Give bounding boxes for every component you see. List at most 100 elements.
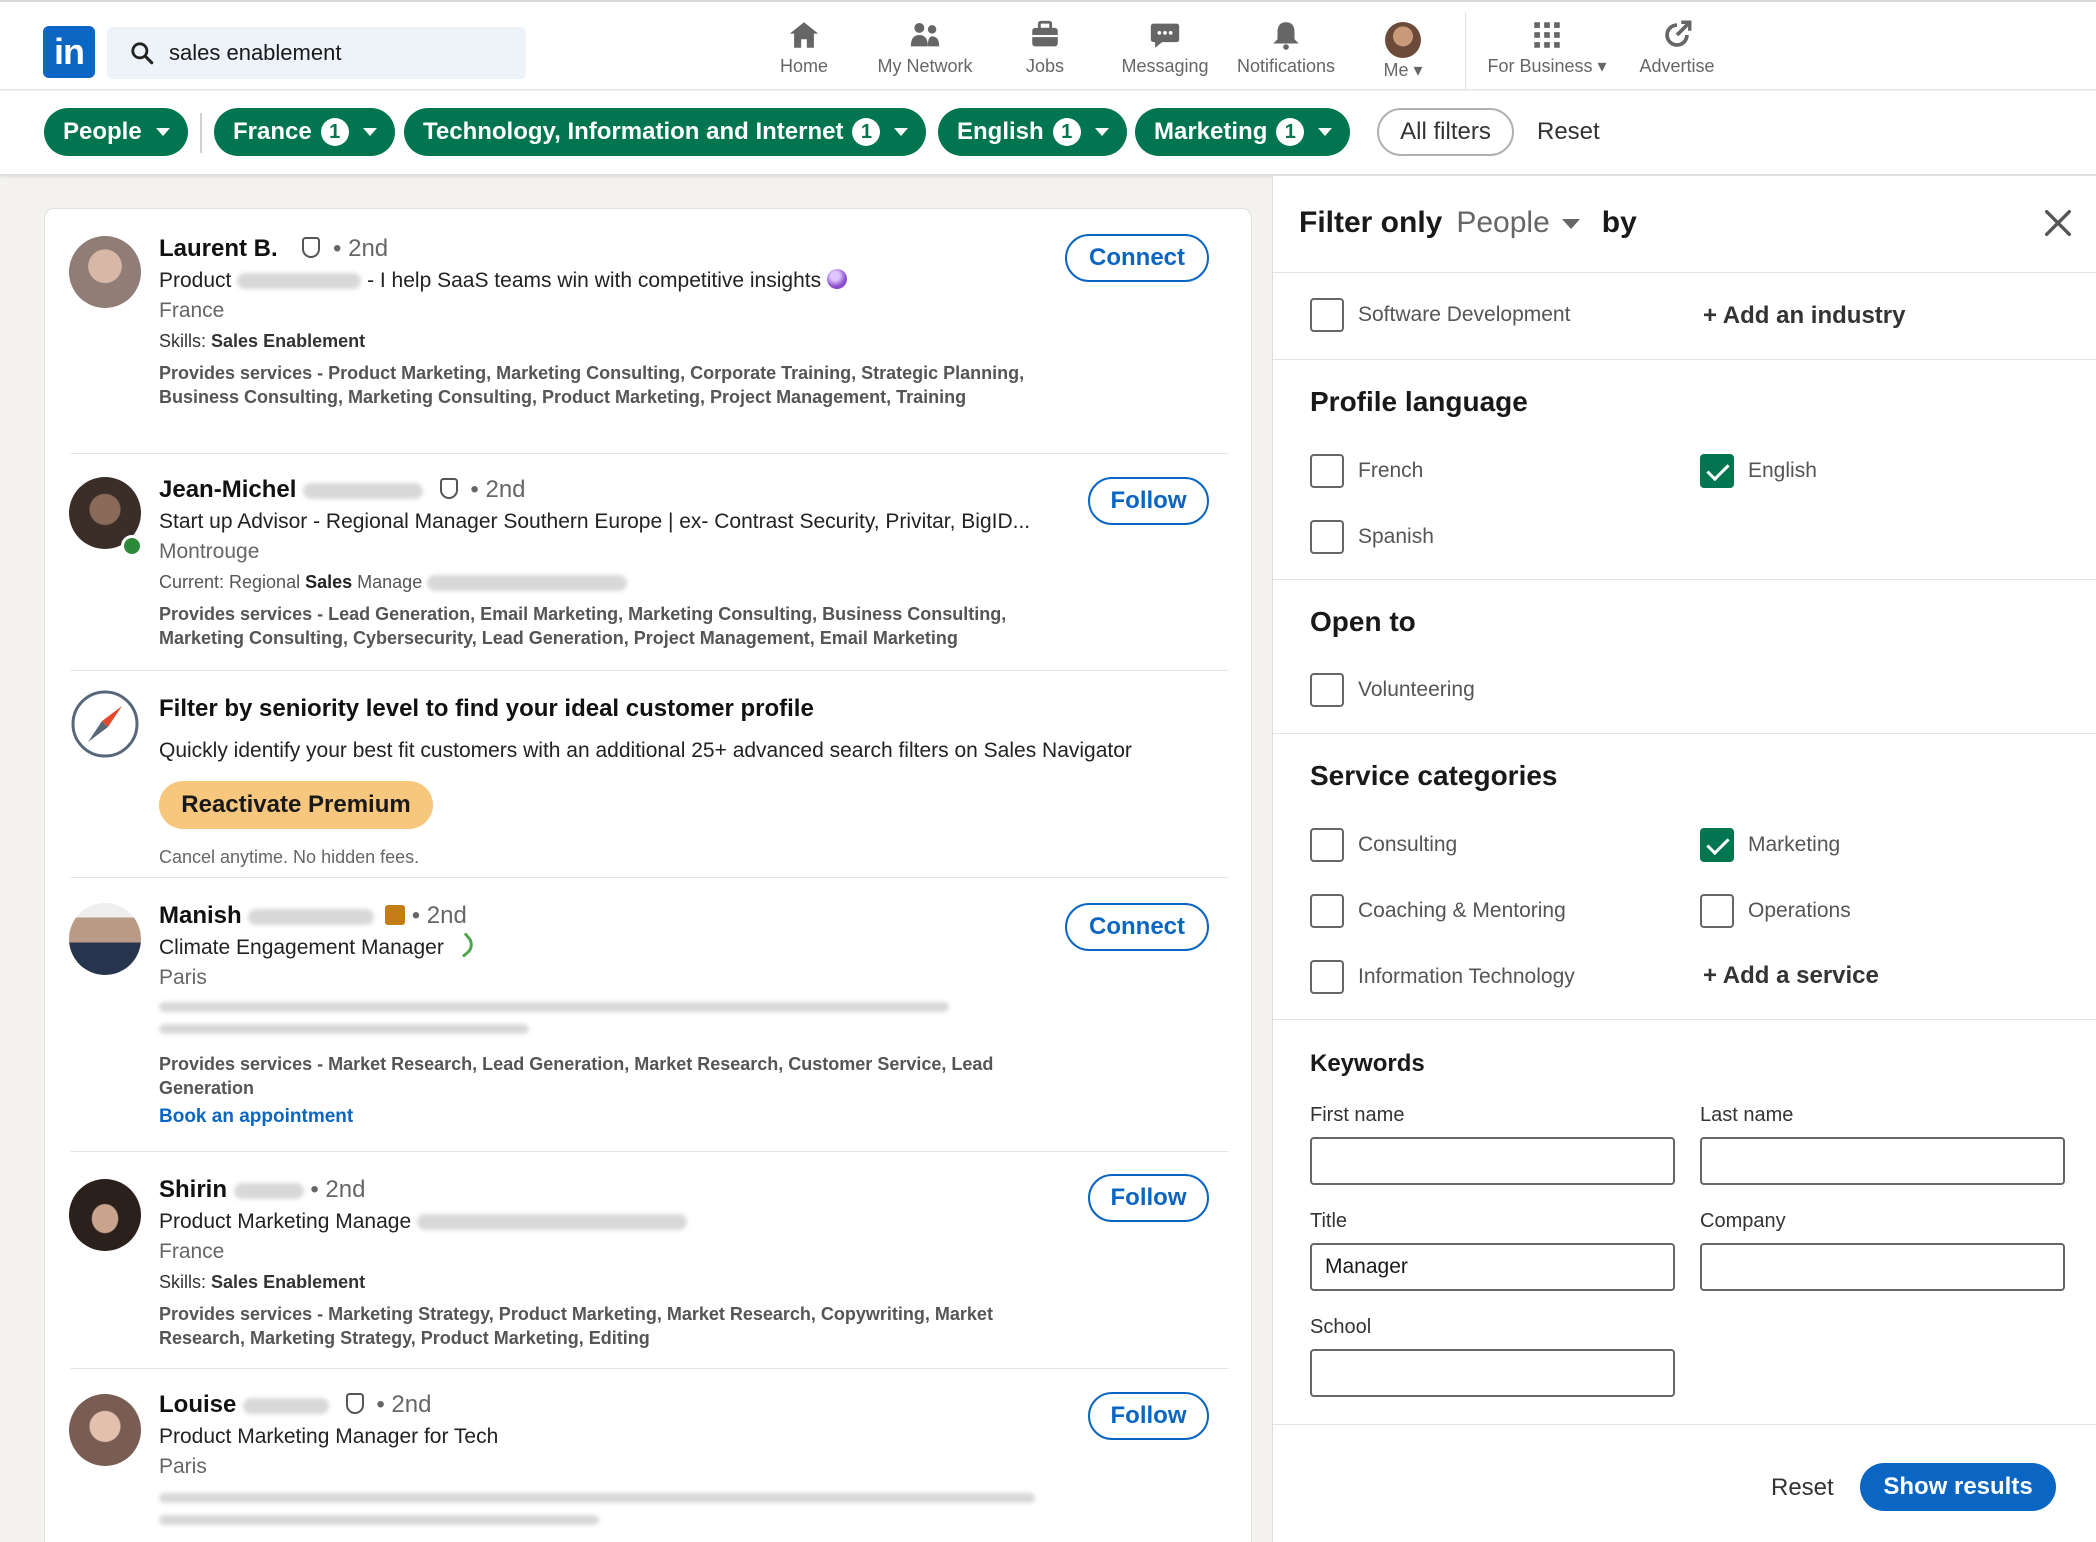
nav-for-business[interactable]: For Business ▾ [1481, 18, 1613, 84]
result-services: Provides services - Lead Generation, Ema… [159, 604, 1007, 648]
checkbox[interactable] [1310, 520, 1344, 554]
follow-button[interactable]: Follow [1088, 1174, 1209, 1222]
checkbox[interactable] [1310, 960, 1344, 994]
close-icon[interactable] [2041, 206, 2075, 240]
connect-button[interactable]: Connect [1065, 903, 1209, 951]
filter-bar-separator [200, 113, 202, 153]
location-filter-label: France [233, 118, 312, 145]
checkbox[interactable] [1310, 298, 1344, 332]
connect-button[interactable]: Connect [1065, 234, 1209, 282]
add-service-button[interactable]: + Add a service [1703, 962, 1879, 990]
last-name-input[interactable] [1700, 1137, 2065, 1185]
follow-button[interactable]: Follow [1088, 1392, 1209, 1440]
checkbox-checked[interactable] [1700, 454, 1734, 488]
language-option-english[interactable]: English [1700, 454, 1817, 488]
nav-me[interactable]: Me ▾ [1376, 22, 1430, 88]
people-filter-pill[interactable]: People [44, 108, 188, 156]
nav-home[interactable]: Home [771, 18, 837, 84]
avatar[interactable] [69, 1179, 141, 1251]
linkedin-logo-icon[interactable]: in [43, 26, 95, 78]
nav-separator [1465, 12, 1466, 92]
premium-upsell: Filter by seniority level to find your i… [45, 671, 1251, 867]
connection-degree: • 2nd [376, 1391, 432, 1418]
filter-panel: Filter only People by Software Development… [1272, 176, 2096, 1542]
service-option-coaching[interactable]: Coaching & Mentoring [1310, 894, 1566, 928]
reactivate-premium-button[interactable]: Reactivate Premium [159, 781, 433, 829]
panel-people-dropdown[interactable]: People [1456, 206, 1549, 239]
result-name[interactable]: Manish • 2nd [159, 902, 467, 930]
checkbox[interactable] [1700, 894, 1734, 928]
language-option-spanish[interactable]: Spanish [1310, 520, 1434, 554]
redacted-text [159, 996, 999, 1036]
nav-my-network[interactable]: My Network [870, 18, 980, 84]
top-nav: in Home My Network Jobs Messaging Notifi… [0, 0, 2096, 92]
linkedin-premium-icon [385, 905, 406, 925]
people-icon [910, 22, 940, 47]
caret-down-icon[interactable] [1561, 219, 1580, 230]
caret-down-icon [1094, 128, 1109, 136]
avatar[interactable] [69, 236, 141, 308]
checkbox-checked[interactable] [1700, 828, 1734, 862]
industry-filter-label: Technology, Information and Internet [423, 118, 844, 145]
result-name[interactable]: Laurent B. • 2nd [159, 235, 388, 263]
online-status-dot [121, 535, 143, 557]
title-input[interactable] [1310, 1243, 1675, 1291]
language-option-french[interactable]: French [1310, 454, 1423, 488]
checkbox[interactable] [1310, 828, 1344, 862]
all-filters-button[interactable]: All filters [1377, 108, 1514, 156]
search-icon [131, 42, 154, 65]
reset-filters-button[interactable]: Reset [1537, 118, 1600, 146]
open-to-option-volunteering[interactable]: Volunteering [1310, 673, 1475, 707]
advertise-icon [1665, 20, 1692, 47]
checkbox[interactable] [1310, 673, 1344, 707]
result-name[interactable]: Shirin • 2nd [159, 1176, 365, 1204]
result-name[interactable]: Louise • 2nd [159, 1391, 431, 1419]
caret-down-icon [894, 128, 909, 136]
result-location: Montrouge [159, 540, 260, 563]
filter-bar: People France 1 Technology, Information a… [0, 91, 2096, 175]
industry-checkbox[interactable]: Software Development [1310, 298, 1570, 332]
divider [1273, 1424, 2096, 1425]
add-industry-button[interactable]: + Add an industry [1703, 302, 1905, 330]
connection-degree: • 2nd [310, 1176, 366, 1203]
divider [1273, 1019, 2096, 1020]
nav-notifications[interactable]: Notifications [1231, 18, 1341, 84]
nav-advertise[interactable]: Advertise [1634, 18, 1720, 84]
industry-filter-pill[interactable]: Technology, Information and Internet 1 [404, 108, 927, 156]
service-filter-pill[interactable]: Marketing 1 [1135, 108, 1351, 156]
nav-home-label: Home [779, 56, 828, 76]
redacted-text [416, 1214, 687, 1231]
service-option-operations[interactable]: Operations [1700, 894, 1851, 928]
service-option-marketing[interactable]: Marketing [1700, 828, 1840, 862]
company-input[interactable] [1700, 1243, 2065, 1291]
redacted-text [243, 1397, 330, 1414]
search-input[interactable] [169, 40, 509, 66]
list-item: Shirin • 2nd Product Marketing Manage Fr… [45, 1152, 1251, 1368]
nav-jobs-label: Jobs [1025, 56, 1065, 76]
connection-degree: • 2nd [411, 902, 467, 929]
search-bar[interactable] [107, 27, 526, 79]
result-headline: Product Marketing Manager for Tech [159, 1425, 499, 1448]
book-appointment-link[interactable]: Book an appointment [159, 1106, 353, 1128]
service-option-information-technology[interactable]: Information Technology [1310, 960, 1575, 994]
nav-notifications-label: Notifications [1236, 56, 1336, 76]
nav-jobs[interactable]: Jobs [1019, 18, 1071, 84]
result-name[interactable]: Jean-Michel • 2nd [159, 476, 526, 504]
avatar[interactable] [69, 903, 141, 975]
panel-reset-button[interactable]: Reset [1771, 1474, 1834, 1502]
service-option-consulting[interactable]: Consulting [1310, 828, 1457, 862]
messaging-icon [1150, 23, 1180, 48]
first-name-input[interactable] [1310, 1137, 1675, 1185]
show-results-button[interactable]: Show results [1860, 1463, 2056, 1511]
checkbox[interactable] [1310, 454, 1344, 488]
nav-messaging[interactable]: Messaging [1118, 18, 1212, 84]
promo-title: Filter by seniority level to find your i… [159, 695, 814, 722]
avatar[interactable] [69, 1394, 141, 1466]
school-input[interactable] [1310, 1349, 1675, 1397]
checkbox[interactable] [1310, 894, 1344, 928]
follow-button[interactable]: Follow [1088, 477, 1209, 525]
location-filter-pill[interactable]: France 1 [214, 108, 395, 156]
language-filter-pill[interactable]: English 1 [938, 108, 1127, 156]
redacted-text [159, 1487, 1059, 1527]
filter-count-badge: 1 [1052, 118, 1081, 146]
